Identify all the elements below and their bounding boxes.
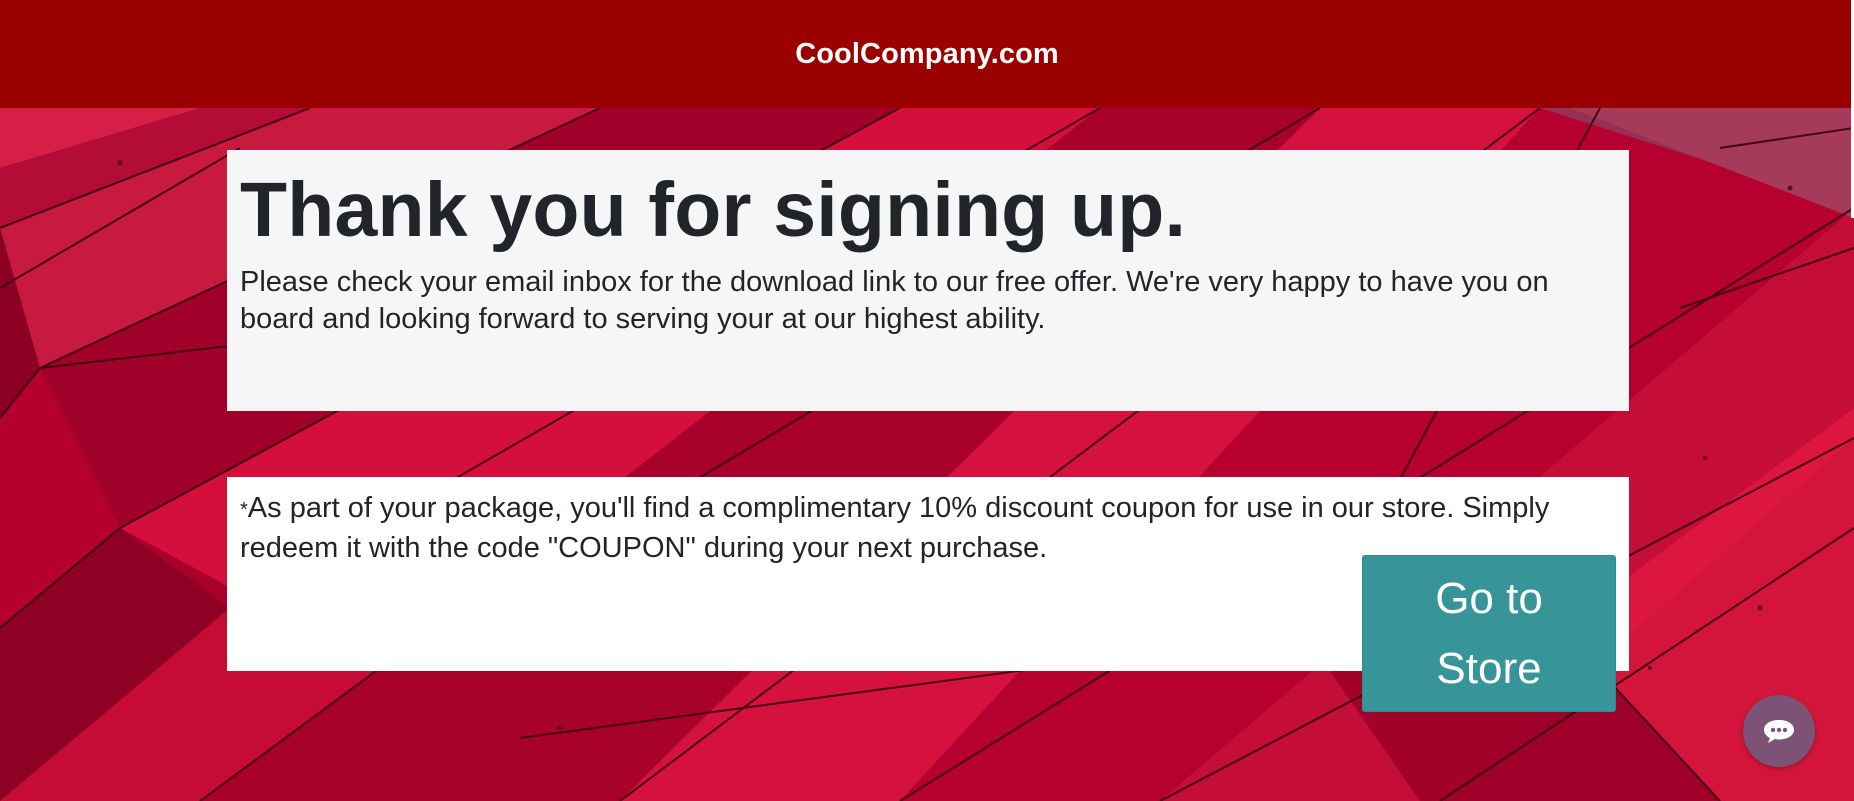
chat-bubble-icon: [1764, 719, 1794, 743]
footnote-marker: *: [240, 499, 248, 521]
confirmation-message: Please check your email inbox for the do…: [240, 266, 1549, 335]
chat-button[interactable]: [1743, 695, 1815, 767]
go-to-store-button[interactable]: Go to Store: [1362, 555, 1616, 712]
thank-you-card: Thank you for signing up. Please check y…: [227, 150, 1629, 411]
site-header: CoolCompany.com: [0, 0, 1854, 108]
page-title: Thank you for signing up.: [240, 167, 1187, 253]
thank-you-page: CoolCompany.com Thank you for signing up…: [0, 0, 1854, 801]
coupon-text: As part of your package, you'll find a c…: [240, 492, 1550, 564]
brand-name: CoolCompany.com: [795, 37, 1059, 70]
